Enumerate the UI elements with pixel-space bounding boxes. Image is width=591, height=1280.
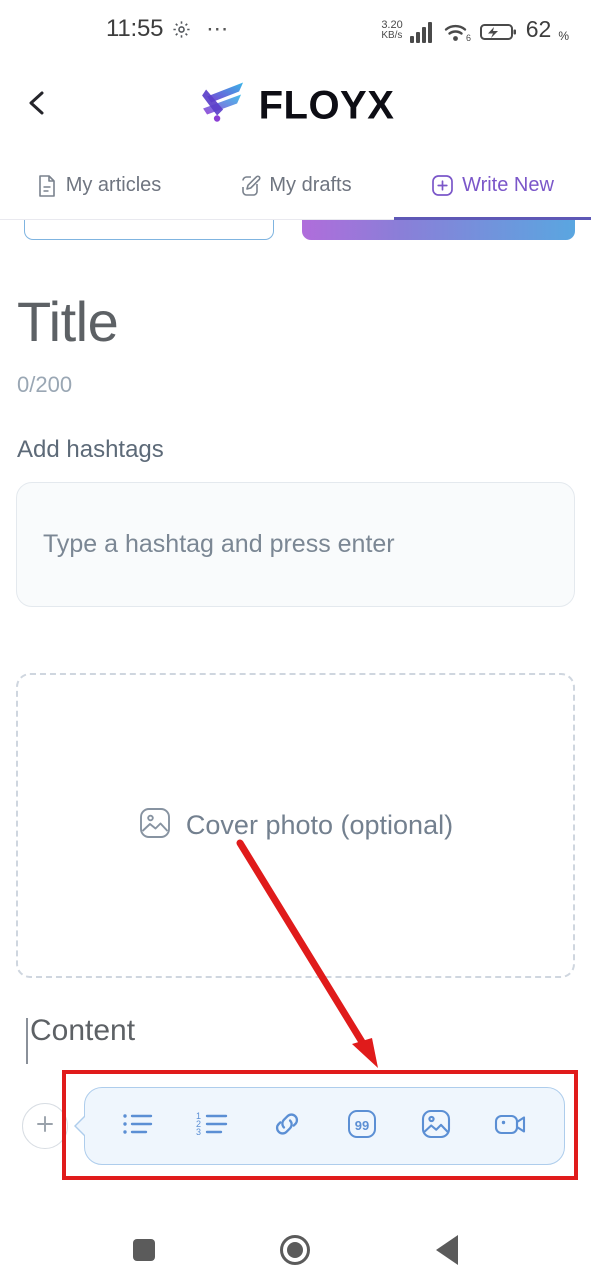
bullet-list-icon: [121, 1109, 155, 1144]
floyx-logo-icon: [197, 77, 249, 134]
battery-charging-icon: [479, 21, 518, 43]
hashtags-label: Add hashtags: [17, 436, 164, 463]
network-speed: 3.20 KB/s: [381, 18, 403, 41]
status-time: 11:55: [106, 15, 164, 42]
link-button[interactable]: [263, 1102, 311, 1150]
secondary-action-button-partial[interactable]: [24, 220, 274, 240]
scrolled-action-buttons: [0, 220, 591, 242]
svg-text:99: 99: [355, 1118, 369, 1133]
plus-square-icon: [431, 174, 454, 197]
editor-scroll-area[interactable]: Title 0/200 Add hashtags Type a hashtag …: [0, 220, 591, 1220]
android-back-button[interactable]: [436, 1235, 459, 1265]
primary-action-button-partial[interactable]: [302, 220, 575, 240]
insert-image-button[interactable]: [412, 1102, 460, 1150]
signal-bars-icon: [409, 21, 436, 43]
tab-label: My articles: [65, 174, 162, 196]
document-icon: [36, 174, 58, 198]
tab-write-new[interactable]: Write New: [394, 152, 591, 220]
pencil-icon: [239, 174, 261, 198]
text-caret: [26, 1018, 28, 1064]
network-speed-value: 3.20: [381, 18, 403, 31]
hashtag-placeholder: Type a hashtag and press enter: [43, 530, 395, 558]
brand-name: FLOYX: [258, 83, 395, 127]
more-dots-icon: ⋯: [206, 16, 231, 41]
recents-button[interactable]: [132, 1239, 155, 1261]
quote-button[interactable]: 99: [338, 1102, 386, 1150]
gear-icon: [172, 20, 191, 39]
link-icon: [271, 1108, 303, 1145]
home-button[interactable]: [280, 1235, 311, 1265]
battery-percent-symbol: %: [558, 28, 569, 43]
status-bar-right: 3.20 KB/s 6 62 %: [381, 16, 569, 43]
tab-my-drafts[interactable]: My drafts: [197, 152, 394, 219]
video-camera-icon: [494, 1109, 528, 1144]
battery-percent: 62: [525, 15, 552, 42]
insert-toolbar-row: 1 2 3 99: [0, 1078, 591, 1174]
svg-text:6: 6: [466, 33, 471, 43]
tab-bar: My articles My drafts Write New: [0, 152, 591, 220]
chevron-left-icon: [24, 88, 50, 123]
numbered-list-icon: 1 2 3: [196, 1109, 230, 1144]
home-inner-dot: [287, 1242, 304, 1258]
hashtag-input[interactable]: Type a hashtag and press enter: [16, 482, 575, 607]
android-nav-bar: [0, 1220, 591, 1280]
plus-icon: [34, 1113, 56, 1140]
add-block-button[interactable]: [22, 1103, 68, 1149]
image-icon: [420, 1108, 452, 1145]
back-button[interactable]: [8, 76, 66, 134]
image-icon: [138, 806, 172, 845]
insert-toolbar-popover: 1 2 3 99: [84, 1087, 565, 1165]
wifi-icon: 6: [443, 21, 473, 43]
tab-label: Write New: [462, 174, 554, 196]
content-placeholder: Content: [30, 1014, 136, 1047]
app-header: FLOYX: [0, 58, 591, 152]
tab-label: My drafts: [269, 174, 352, 196]
bullet-list-button[interactable]: [114, 1102, 162, 1150]
content-editor[interactable]: Content: [0, 1016, 591, 1064]
brand-logo-group: FLOYX: [197, 77, 395, 134]
status-bar: 11:55 ⋯ 3.20 KB/s 6 62 %: [0, 0, 591, 58]
svg-text:3: 3: [196, 1127, 201, 1137]
quote-icon: 99: [346, 1108, 378, 1145]
title-char-counter: 0/200: [17, 372, 73, 397]
cover-photo-dropzone[interactable]: Cover photo (optional): [16, 673, 575, 978]
insert-video-button[interactable]: [487, 1102, 535, 1150]
status-bar-left: 11:55 ⋯: [106, 15, 230, 43]
title-input[interactable]: Title: [17, 294, 591, 350]
tab-my-articles[interactable]: My articles: [0, 152, 197, 219]
cover-photo-label: Cover photo (optional): [185, 810, 454, 840]
network-speed-unit: KB/s: [381, 29, 403, 41]
numbered-list-button[interactable]: 1 2 3: [189, 1102, 237, 1150]
